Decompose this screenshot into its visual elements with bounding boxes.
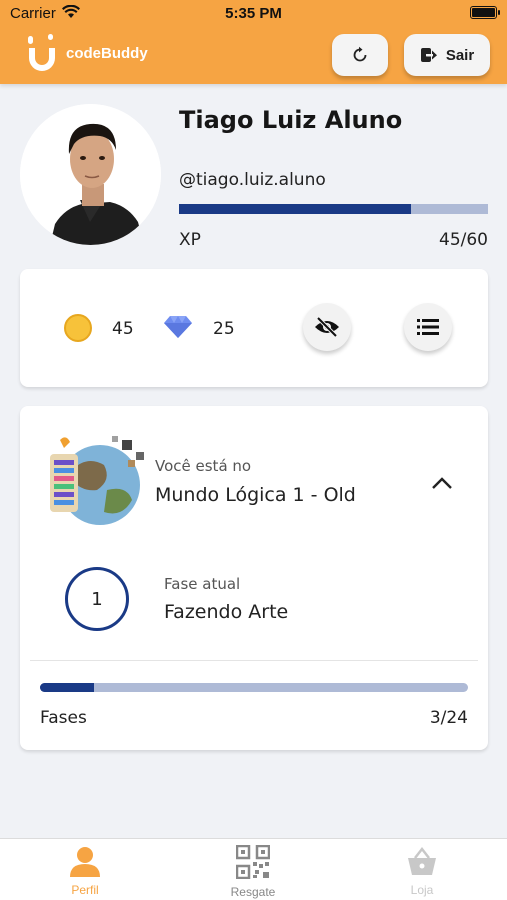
logout-label: Sair	[445, 46, 475, 64]
xp-label: XP	[179, 230, 201, 250]
world-card: Você está no Mundo Lógica 1 - Old 1 Fase…	[20, 406, 488, 750]
list-button[interactable]	[404, 303, 452, 351]
chevron-up-icon[interactable]	[430, 476, 454, 490]
world-globe-image	[50, 436, 144, 525]
basket-icon	[408, 846, 436, 875]
eye-off-icon	[315, 317, 339, 337]
phase-number: 1	[91, 588, 103, 610]
brand-logo: codeBuddy	[26, 34, 148, 72]
logout-icon	[420, 48, 437, 62]
tab-loja[interactable]: Loja	[362, 845, 482, 897]
phases-label: Fases	[40, 708, 87, 728]
battery-icon	[470, 6, 500, 19]
tab-bar: Perfil Resgate Loja	[0, 838, 507, 900]
gem-count: 25	[213, 319, 235, 339]
xp-progress-fill	[179, 204, 411, 214]
qr-code-icon	[235, 844, 271, 880]
codebuddy-logo-icon	[28, 34, 55, 71]
phase-number-badge: 1	[65, 567, 129, 631]
coin-icon	[64, 314, 92, 342]
xp-value: 45/60	[439, 230, 488, 250]
avatar[interactable]	[20, 104, 161, 245]
logout-button[interactable]: Sair	[404, 34, 490, 76]
world-name: Mundo Lógica 1 - Old	[155, 484, 356, 506]
phases-value: 3/24	[429, 708, 468, 728]
tab-label-resgate: Resgate	[230, 885, 276, 899]
tab-label-loja: Loja	[410, 883, 434, 897]
app-header: Carrier 5:35 PM codeBuddy Sair	[0, 0, 507, 84]
stats-card: 45 25	[20, 269, 488, 387]
world-subtitle: Você está no	[155, 457, 252, 475]
profile-username: @tiago.luiz.aluno	[179, 170, 326, 190]
diamond-icon	[164, 316, 192, 338]
refresh-icon	[353, 46, 367, 62]
tab-label-perfil: Perfil	[71, 883, 99, 897]
phases-progress-bar	[40, 683, 468, 692]
person-icon	[70, 847, 100, 877]
divider	[30, 660, 478, 661]
list-icon	[417, 319, 439, 335]
phase-subtitle: Fase atual	[164, 575, 241, 593]
refresh-button[interactable]	[332, 34, 388, 76]
xp-progress-bar	[179, 204, 488, 214]
coin-count: 45	[112, 319, 134, 339]
phase-name: Fazendo Arte	[164, 601, 289, 623]
tab-perfil[interactable]: Perfil	[25, 845, 145, 897]
status-bar: Carrier 5:35 PM	[0, 0, 507, 28]
avatar-photo	[20, 104, 161, 245]
brand-name: codeBuddy	[66, 44, 148, 62]
profile-name: Tiago Luiz Aluno	[179, 106, 403, 134]
phases-progress-fill	[40, 683, 94, 692]
clock: 5:35 PM	[225, 5, 282, 22]
tab-resgate[interactable]: Resgate	[193, 844, 313, 899]
hide-balance-button[interactable]	[303, 303, 351, 351]
